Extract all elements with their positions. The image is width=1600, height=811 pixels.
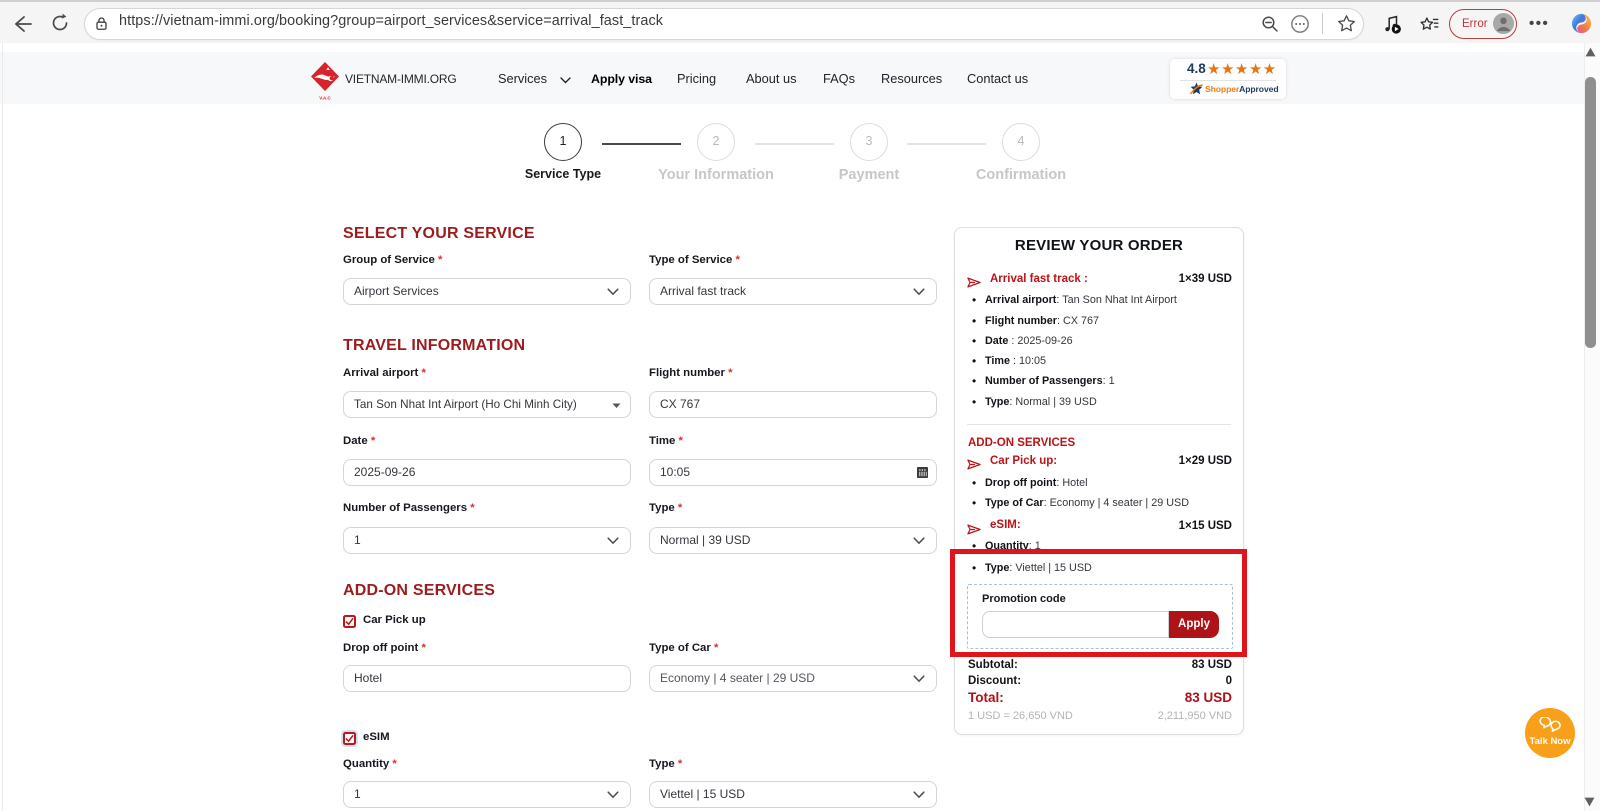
svg-text:V.A.C: V.A.C [319, 96, 331, 101]
